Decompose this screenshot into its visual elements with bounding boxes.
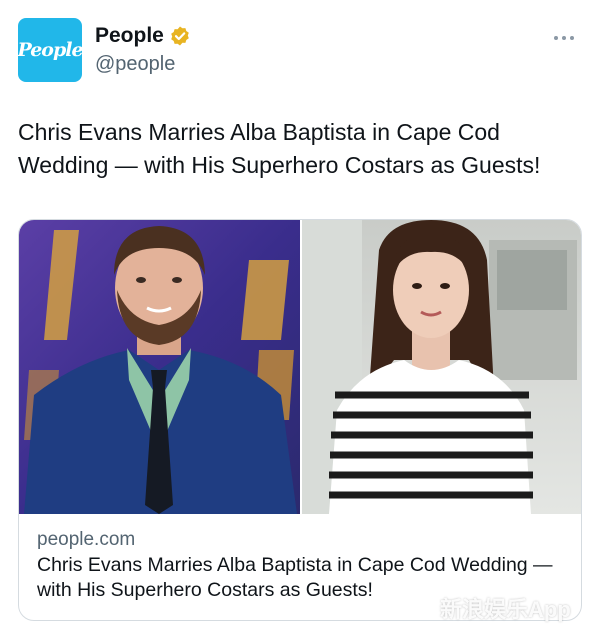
photo-woman — [302, 220, 581, 514]
card-domain[interactable]: people.com — [37, 527, 567, 553]
photo-man — [19, 220, 300, 514]
user-handle[interactable]: @people — [95, 53, 175, 76]
verified-badge-icon — [171, 26, 189, 46]
avatar-logo-text: People — [17, 39, 83, 61]
more-options-icon[interactable] — [554, 28, 580, 48]
card-image — [19, 220, 581, 514]
watermark: 新浪娱乐App — [440, 597, 571, 622]
avatar[interactable]: People — [17, 18, 84, 82]
link-card[interactable]: people.com Chris Evans Marries Alba Bapt… — [18, 219, 582, 621]
display-name[interactable]: People — [95, 24, 164, 48]
tweet-text: Chris Evans Marries Alba Baptista in Cap… — [18, 119, 541, 178]
author-name-row: People — [95, 24, 191, 48]
